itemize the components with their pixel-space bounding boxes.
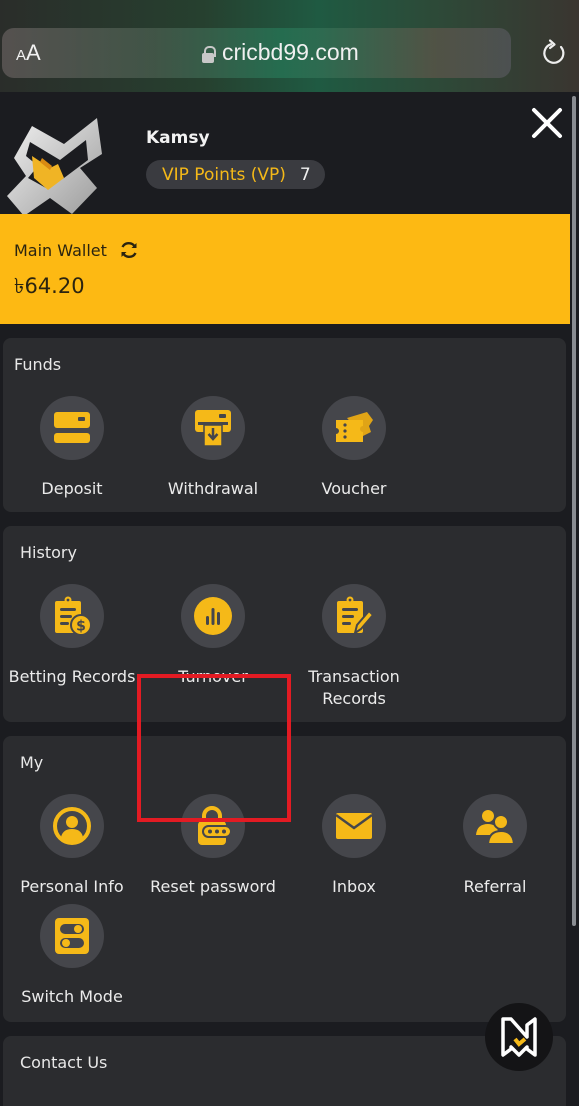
betting-records-button[interactable]: $ Betting Records	[1, 584, 143, 688]
reload-icon[interactable]	[539, 38, 569, 68]
tile-label: Switch Mode	[21, 987, 123, 1006]
scrollbar[interactable]	[570, 92, 579, 1106]
lock-password-icon	[198, 806, 232, 845]
tile-label: Voucher	[321, 479, 387, 498]
account-drawer: Kamsy VIP Points (VP) 7 Main Wallet ৳64.…	[0, 92, 570, 1106]
section-title: History	[20, 543, 77, 562]
profile-header: Kamsy VIP Points (VP) 7	[0, 92, 570, 216]
address-bar[interactable]: AA cricbd99.com	[2, 28, 565, 78]
atm-withdraw-icon	[195, 410, 231, 447]
bar-chart-icon	[194, 597, 232, 635]
history-section: History $ Betting Records Turnover Trans…	[3, 526, 566, 722]
url-text: cricbd99.com	[222, 39, 359, 65]
url-display[interactable]: cricbd99.com	[202, 39, 359, 66]
tile-label: Transaction Records	[308, 667, 400, 708]
inbox-button[interactable]: Inbox	[283, 794, 425, 898]
vip-points-label: VIP Points (VP)	[162, 164, 286, 185]
section-title: Contact Us	[20, 1053, 108, 1072]
switch-mode-button[interactable]: Switch Mode	[1, 904, 143, 1008]
funds-section: Funds Deposit Withdrawal Voucher	[3, 338, 566, 512]
main-wallet-panel: Main Wallet ৳64.20	[0, 214, 570, 324]
tile-label: Reset password	[150, 877, 276, 896]
wallet-label: Main Wallet	[14, 240, 107, 260]
ticket-icon	[336, 412, 373, 442]
tile-label: Inbox	[332, 877, 376, 896]
lock-icon	[202, 45, 216, 63]
vip-points-value: 7	[299, 164, 311, 185]
transaction-records-button[interactable]: Transaction Records	[283, 584, 425, 710]
browser-toolbar: AA cricbd99.com	[0, 0, 579, 92]
personal-info-button[interactable]: Personal Info	[1, 794, 143, 898]
section-title: My	[20, 753, 44, 772]
tile-label: Withdrawal	[167, 479, 259, 498]
envelope-icon	[335, 813, 373, 839]
text-size-button[interactable]: AA	[16, 40, 41, 66]
section-title: Funds	[14, 355, 62, 374]
voucher-button[interactable]: Voucher	[283, 396, 425, 500]
clipboard-dollar-icon: $	[55, 596, 92, 636]
tile-label: Referral	[463, 877, 527, 896]
referral-button[interactable]: Referral	[424, 794, 566, 898]
wallet-balance: ৳64.20	[14, 274, 85, 298]
brand-logo-icon	[501, 1017, 537, 1057]
tile-label: Turnover	[178, 667, 248, 686]
clipboard-edit-icon	[337, 596, 375, 636]
reset-password-button[interactable]: Reset password	[142, 794, 284, 898]
username: Kamsy	[146, 128, 210, 148]
credit-card-icon	[54, 412, 90, 443]
users-icon	[476, 810, 516, 845]
tile-label: Personal Info	[20, 877, 124, 896]
toggle-switch-icon	[55, 918, 89, 954]
tile-label: Deposit	[41, 479, 103, 498]
turnover-button[interactable]: Turnover	[142, 584, 284, 688]
withdrawal-button[interactable]: Withdrawal	[142, 396, 284, 500]
user-circle-icon	[53, 807, 91, 845]
close-icon[interactable]	[530, 106, 564, 140]
scrollbar-thumb[interactable]	[572, 96, 576, 926]
refresh-icon[interactable]	[119, 240, 139, 260]
floating-logo-button[interactable]	[485, 1003, 553, 1071]
svg-text:$: $	[76, 619, 86, 635]
contact-us-section: Contact Us	[3, 1036, 566, 1106]
vip-points-badge[interactable]: VIP Points (VP) 7	[146, 160, 325, 189]
avatar	[7, 118, 102, 216]
deposit-button[interactable]: Deposit	[1, 396, 143, 500]
tile-label: Betting Records	[8, 667, 136, 686]
my-section: My Personal Info Reset password Inbox Re…	[3, 736, 566, 1022]
